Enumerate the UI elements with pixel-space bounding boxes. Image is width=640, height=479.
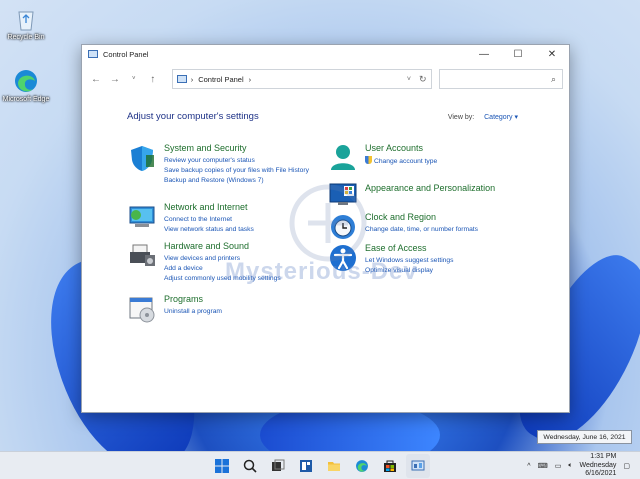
category-title[interactable]: System and Security bbox=[164, 143, 309, 154]
navigation-bar: ← → ˅ ↑ › Control Panel › ˅ ↻ ⌕ bbox=[82, 63, 569, 95]
task-view-icon bbox=[272, 459, 285, 471]
taskbar-apps bbox=[210, 454, 430, 478]
control-panel-taskbar-button[interactable] bbox=[406, 454, 430, 478]
printer-icon bbox=[130, 244, 155, 266]
address-bar[interactable]: › Control Panel › ˅ ↻ bbox=[171, 69, 432, 89]
category-title[interactable]: Clock and Region bbox=[365, 212, 478, 223]
window-title: Control Panel bbox=[103, 49, 149, 59]
control-panel-icon bbox=[411, 460, 425, 471]
edge-taskbar-button[interactable] bbox=[350, 454, 374, 478]
store-button[interactable] bbox=[378, 454, 402, 478]
category-title[interactable]: Hardware and Sound bbox=[164, 241, 281, 252]
breadcrumb: › Control Panel › bbox=[191, 75, 407, 84]
show-hidden-icons-chevron-icon[interactable]: ^ bbox=[527, 463, 530, 470]
windows-start-icon bbox=[215, 459, 229, 473]
back-arrow-icon[interactable]: ← bbox=[88, 71, 104, 87]
maximize-button[interactable]: ☐ bbox=[501, 45, 535, 63]
network-icon[interactable]: ▭ bbox=[555, 462, 562, 470]
search-input[interactable]: ⌕ bbox=[438, 69, 563, 89]
close-button[interactable]: ✕ bbox=[535, 45, 569, 63]
widgets-icon bbox=[300, 460, 312, 472]
category-link[interactable]: Review your computer's status bbox=[164, 156, 309, 166]
category-link[interactable]: Save backup copies of your files with Fi… bbox=[164, 166, 309, 176]
category-link[interactable]: Change account type bbox=[365, 156, 437, 167]
control-panel-icon bbox=[88, 50, 98, 58]
file-explorer-button[interactable] bbox=[322, 454, 346, 478]
category-title[interactable]: User Accounts bbox=[365, 143, 437, 154]
notifications-icon[interactable]: ▢ bbox=[623, 462, 630, 470]
view-by-dropdown[interactable]: Category ▾ bbox=[484, 114, 518, 121]
clock-date: 6/16/2021 bbox=[585, 470, 617, 478]
taskbar-search-button[interactable] bbox=[238, 454, 262, 478]
category-title[interactable]: Ease of Access bbox=[365, 243, 453, 254]
recent-locations-chevron-icon[interactable]: ˅ bbox=[126, 71, 142, 87]
taskbar: ^ ⌨ ▭ 🔈︎ 1:31 PM Wednesday 6/16/2021 ▢ bbox=[0, 451, 640, 479]
store-icon bbox=[384, 460, 396, 472]
category-programs: Programs Uninstall a program bbox=[127, 294, 317, 324]
clock-day: Wednesday bbox=[579, 461, 617, 469]
search-icon bbox=[243, 459, 257, 473]
date-tooltip: Wednesday, June 16, 2021 bbox=[537, 430, 632, 444]
network-icon bbox=[129, 206, 155, 227]
up-arrow-icon[interactable]: ↑ bbox=[145, 71, 161, 87]
system-tray: ^ ⌨ ▭ 🔈︎ 1:31 PM Wednesday 6/16/2021 ▢ bbox=[527, 452, 630, 479]
refresh-icon[interactable]: ↻ bbox=[419, 74, 427, 85]
category-title[interactable]: Appearance and Personalization bbox=[365, 183, 495, 194]
breadcrumb-separator[interactable]: › bbox=[249, 75, 252, 84]
page-title: Adjust your computer's settings bbox=[127, 111, 259, 122]
task-view-button[interactable] bbox=[266, 454, 290, 478]
view-by: View by: Category ▾ bbox=[448, 113, 518, 121]
category-link[interactable]: View network status and tasks bbox=[164, 225, 254, 235]
clock-time: 1:31 PM bbox=[590, 453, 617, 461]
category-title[interactable]: Programs bbox=[164, 294, 222, 305]
start-button[interactable] bbox=[210, 454, 234, 478]
category-link[interactable]: Connect to the Internet bbox=[164, 215, 254, 225]
category-system-security: System and Security Review your computer… bbox=[127, 143, 317, 186]
minimize-button[interactable]: — bbox=[467, 45, 501, 63]
breadcrumb-separator: › bbox=[190, 74, 194, 84]
shield-icon bbox=[131, 146, 154, 171]
uac-shield-icon bbox=[365, 156, 372, 164]
category-link[interactable]: Uninstall a program bbox=[164, 307, 222, 317]
control-panel-icon bbox=[176, 75, 187, 83]
view-by-label: View by: bbox=[447, 114, 475, 121]
desktop-icon-edge[interactable]: Microsoft Edge bbox=[2, 68, 50, 104]
volume-icon[interactable]: 🔈︎ bbox=[568, 462, 572, 470]
user-icon bbox=[331, 145, 355, 170]
watermark-logo-icon bbox=[289, 184, 367, 262]
watermark-text: Mysterious-Dev bbox=[225, 258, 418, 285]
widgets-button[interactable] bbox=[294, 454, 318, 478]
forward-arrow-icon[interactable]: → bbox=[107, 71, 123, 87]
address-dropdown-icon[interactable]: ˅ bbox=[407, 76, 411, 83]
title-bar[interactable]: Control Panel — ☐ ✕ bbox=[82, 45, 569, 63]
keyboard-icon[interactable]: ⌨ bbox=[538, 462, 548, 470]
breadcrumb-control-panel[interactable]: Control Panel bbox=[198, 75, 243, 84]
desktop-icon-label: Microsoft Edge bbox=[2, 96, 50, 103]
programs-icon bbox=[129, 297, 155, 323]
desktop-icon-label: Recycle Bin bbox=[7, 34, 45, 41]
desktop-icon-recycle-bin[interactable]: Recycle Bin bbox=[2, 6, 50, 42]
category-link[interactable]: Change date, time, or number formats bbox=[365, 225, 478, 235]
category-user-accounts: User Accounts Change account type bbox=[328, 143, 528, 173]
search-icon: ⌕ bbox=[550, 73, 556, 84]
recycle-bin-icon bbox=[18, 11, 34, 31]
clock[interactable]: 1:31 PM Wednesday 6/16/2021 bbox=[580, 453, 617, 479]
edge-icon bbox=[356, 460, 368, 472]
edge-icon bbox=[15, 70, 37, 92]
file-explorer-icon bbox=[328, 462, 340, 471]
category-title[interactable]: Network and Internet bbox=[164, 202, 254, 213]
